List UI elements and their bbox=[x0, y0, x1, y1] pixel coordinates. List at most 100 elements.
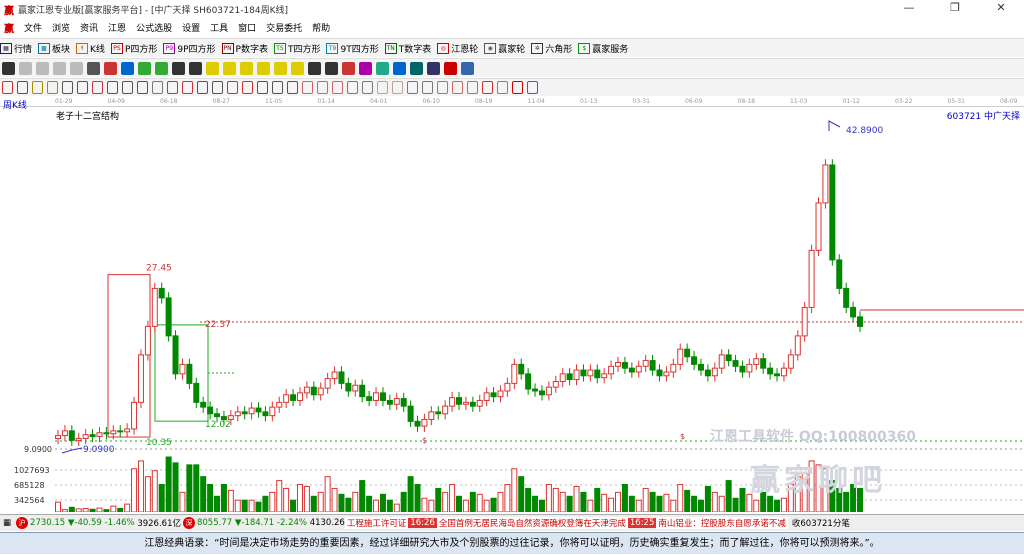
sz-index[interactable]: 8055.77 bbox=[197, 518, 232, 528]
toolbar-button[interactable]: ▩ 板块 bbox=[38, 42, 70, 55]
toolbar-button[interactable]: TS T四方形 bbox=[273, 42, 320, 55]
tool-icon[interactable] bbox=[189, 61, 202, 75]
tool-icon[interactable] bbox=[274, 61, 287, 75]
news-item[interactable]: 工程施工许可证 bbox=[344, 517, 409, 529]
tool-icon[interactable] bbox=[172, 61, 185, 75]
analysis-tool-icon[interactable] bbox=[137, 81, 148, 94]
kline-chart[interactable]: 27.45 10.35 22.37 12.02 $ $9.0900 9.0900 42.890… bbox=[0, 107, 1024, 512]
toolbar-button[interactable]: PN P数字表 bbox=[221, 42, 268, 55]
tool-icon[interactable] bbox=[325, 61, 338, 75]
toolbar-button[interactable]: ↟ K线 bbox=[76, 42, 105, 55]
analysis-tool-icon[interactable] bbox=[92, 81, 103, 94]
menu-window[interactable]: 窗口 bbox=[238, 21, 256, 34]
tool-icon[interactable] bbox=[291, 61, 304, 75]
analysis-tool-icon[interactable] bbox=[77, 81, 88, 94]
menu-tools[interactable]: 工具 bbox=[210, 21, 228, 34]
toolbar-button[interactable]: ◉ 赢家轮 bbox=[484, 42, 525, 55]
analysis-tool-icon[interactable] bbox=[377, 81, 388, 94]
analysis-tool-icon[interactable] bbox=[17, 81, 28, 94]
tool-icon[interactable] bbox=[257, 61, 270, 75]
menu-gann[interactable]: 江恩 bbox=[108, 21, 126, 34]
toolbar-button[interactable]: ◎ 江恩轮 bbox=[437, 42, 478, 55]
stock-code: 603721 中广天择 bbox=[946, 112, 1020, 122]
analysis-tool-icon[interactable] bbox=[362, 81, 373, 94]
news-item[interactable]: 全国首例无居民海岛自然资源确权登簿在天津完成 bbox=[436, 517, 628, 529]
tool-icon[interactable] bbox=[2, 61, 15, 75]
analysis-tool-icon[interactable] bbox=[47, 81, 58, 94]
analysis-tool-icon[interactable] bbox=[107, 81, 118, 94]
tool-icon[interactable] bbox=[410, 61, 423, 75]
tool-icon[interactable] bbox=[223, 61, 236, 75]
sh-index[interactable]: 2730.15 bbox=[30, 518, 65, 528]
analysis-tool-icon[interactable] bbox=[272, 81, 283, 94]
tool-icon[interactable] bbox=[155, 61, 168, 75]
analysis-tool-icon[interactable] bbox=[152, 81, 163, 94]
tool-icon[interactable] bbox=[70, 61, 83, 75]
analysis-tool-icon[interactable] bbox=[482, 81, 493, 94]
tool-icon[interactable] bbox=[53, 61, 66, 75]
tool-icon[interactable] bbox=[342, 61, 355, 75]
analysis-tool-icon[interactable] bbox=[317, 81, 328, 94]
toolbar-button[interactable]: P9 9P四方形 bbox=[163, 42, 216, 55]
tool-icon[interactable] bbox=[240, 61, 253, 75]
analysis-tool-icon[interactable] bbox=[452, 81, 463, 94]
menu-browse[interactable]: 浏览 bbox=[52, 21, 70, 34]
analysis-tool-icon[interactable] bbox=[197, 81, 208, 94]
tool-icon[interactable] bbox=[461, 61, 474, 75]
toolbar-button[interactable]: $ 赢家服务 bbox=[578, 42, 628, 55]
grid-icon[interactable]: ▦ bbox=[3, 518, 11, 528]
toolbar-icon: T9 bbox=[326, 42, 339, 54]
menu-settings[interactable]: 设置 bbox=[182, 21, 200, 34]
analysis-tool-icon[interactable] bbox=[302, 81, 313, 94]
toolbar-button[interactable]: T9 9T四方形 bbox=[326, 42, 379, 55]
tool-icon[interactable] bbox=[308, 61, 321, 75]
analysis-tool-icon[interactable] bbox=[32, 81, 43, 94]
analysis-tool-icon[interactable] bbox=[497, 81, 508, 94]
analysis-tool-icon[interactable] bbox=[62, 81, 73, 94]
analysis-tool-icon[interactable] bbox=[467, 81, 478, 94]
analysis-tool-icon[interactable] bbox=[392, 81, 403, 94]
news-item[interactable]: 南山铝业：控股股东自愿承诺不减 bbox=[656, 517, 788, 529]
menu-file[interactable]: 文件 bbox=[24, 21, 42, 34]
minimize-button[interactable]: — bbox=[886, 0, 932, 16]
analysis-tool-icon[interactable] bbox=[227, 81, 238, 94]
analysis-tool-icon[interactable] bbox=[212, 81, 223, 94]
tool-icon[interactable] bbox=[121, 61, 134, 75]
analysis-tool-icon[interactable] bbox=[407, 81, 418, 94]
maximize-button[interactable]: ❐ bbox=[932, 0, 978, 16]
menu-trade[interactable]: 交易委托 bbox=[266, 21, 302, 34]
analysis-tool-icon[interactable] bbox=[167, 81, 178, 94]
toolbar-button[interactable]: ✲ 六角形 bbox=[531, 42, 572, 55]
tool-icon[interactable] bbox=[376, 61, 389, 75]
tool-icon[interactable] bbox=[87, 61, 100, 75]
analysis-tool-icon[interactable] bbox=[2, 81, 13, 94]
tool-icon[interactable] bbox=[19, 61, 32, 75]
analysis-tool-icon[interactable] bbox=[182, 81, 193, 94]
analysis-tool-icon[interactable] bbox=[122, 81, 133, 94]
analysis-tool-icon[interactable] bbox=[347, 81, 358, 94]
menu-formula[interactable]: 公式选股 bbox=[136, 21, 172, 34]
analysis-tool-icon[interactable] bbox=[512, 81, 523, 94]
analysis-tool-icon[interactable] bbox=[287, 81, 298, 94]
tool-icon[interactable] bbox=[138, 61, 151, 75]
toolbar-button[interactable]: TN T数字表 bbox=[384, 42, 431, 55]
menu-help[interactable]: 帮助 bbox=[312, 21, 330, 34]
tool-icon[interactable] bbox=[206, 61, 219, 75]
tool-icon[interactable] bbox=[36, 61, 49, 75]
analysis-tool-icon[interactable] bbox=[242, 81, 253, 94]
tool-icon[interactable] bbox=[444, 61, 457, 75]
analysis-tool-icon[interactable] bbox=[257, 81, 268, 94]
tool-icon[interactable] bbox=[359, 61, 372, 75]
tool-icon[interactable] bbox=[427, 61, 440, 75]
tool-icon[interactable] bbox=[393, 61, 406, 75]
toolbar-icon: ✲ bbox=[531, 42, 544, 54]
analysis-tool-icon[interactable] bbox=[332, 81, 343, 94]
tool-icon[interactable] bbox=[104, 61, 117, 75]
menu-news[interactable]: 资讯 bbox=[80, 21, 98, 34]
toolbar-button[interactable]: ▦ 行情 bbox=[0, 42, 32, 55]
analysis-tool-icon[interactable] bbox=[527, 81, 538, 94]
analysis-tool-icon[interactable] bbox=[437, 81, 448, 94]
close-button[interactable]: ✕ bbox=[978, 0, 1024, 16]
toolbar-button[interactable]: PS P四方形 bbox=[110, 42, 157, 55]
analysis-tool-icon[interactable] bbox=[422, 81, 433, 94]
